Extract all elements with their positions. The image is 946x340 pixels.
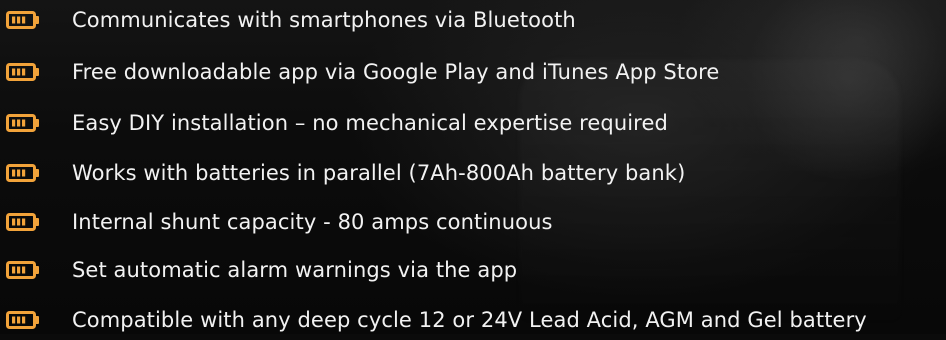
battery-icon [6, 114, 39, 132]
battery-icon [6, 261, 39, 279]
feature-label: Easy DIY installation – no mechanical ex… [72, 111, 668, 135]
battery-icon [6, 63, 39, 81]
feature-label: Communicates with smartphones via Blueto… [72, 8, 576, 32]
battery-icon [6, 11, 39, 29]
battery-icon [6, 164, 39, 182]
battery-icon [6, 311, 39, 329]
feature-label: Works with batteries in parallel (7Ah-80… [72, 161, 686, 185]
battery-icon [6, 213, 39, 231]
feature-label: Compatible with any deep cycle 12 or 24V… [72, 308, 867, 332]
feature-label: Internal shunt capacity - 80 amps contin… [72, 210, 553, 234]
feature-label: Free downloadable app via Google Play an… [72, 60, 720, 84]
feature-label: Set automatic alarm warnings via the app [72, 258, 518, 282]
